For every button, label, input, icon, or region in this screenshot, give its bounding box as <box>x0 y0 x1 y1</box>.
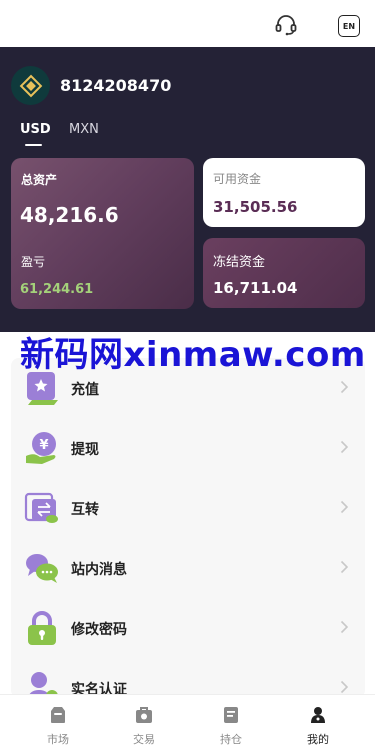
frozen-value: 16,711.04 <box>213 279 298 297</box>
available-funds-card: 可用资金 31,505.56 <box>203 158 365 227</box>
bottom-nav: 市场 交易 持仓 我的 <box>0 694 375 751</box>
menu-item-withdraw[interactable]: ¥ 提现 <box>11 418 365 478</box>
lock-icon <box>28 611 56 645</box>
chevron-right-icon <box>340 440 349 454</box>
chevron-right-icon <box>340 680 349 694</box>
svg-text:¥: ¥ <box>39 438 48 453</box>
language-button[interactable]: EN <box>338 15 360 37</box>
menu-label-change-password: 修改密码 <box>71 622 127 638</box>
market-icon <box>51 707 65 723</box>
chevron-right-icon <box>340 560 349 574</box>
trade-icon <box>136 707 152 723</box>
chevron-right-icon <box>340 620 349 634</box>
menu-label-deposit: 充值 <box>71 382 99 398</box>
menu-item-transfer[interactable]: 互转 <box>11 478 365 538</box>
menu-label-withdraw: 提现 <box>71 442 99 458</box>
tab-underline <box>25 144 42 146</box>
account-hero: 8124208470 USD MXN 总资产 48,216.6 盈亏 61,24… <box>0 47 375 332</box>
headset-icon[interactable] <box>274 13 298 37</box>
chevron-right-icon <box>340 380 349 394</box>
nav-label-market: 市场 <box>47 733 69 746</box>
total-assets-label: 总资产 <box>21 173 58 187</box>
nav-label-positions: 持仓 <box>220 733 242 746</box>
tab-usd[interactable]: USD <box>20 122 51 137</box>
menu-label-messages: 站内消息 <box>71 562 127 578</box>
nav-trade[interactable]: 交易 <box>114 695 174 751</box>
menu-item-change-password[interactable]: 修改密码 <box>11 598 365 658</box>
nav-market[interactable]: 市场 <box>28 695 88 751</box>
nav-positions[interactable]: 持仓 <box>201 695 261 751</box>
watermark-text: 新码网xinmaw.com <box>20 335 366 375</box>
nav-label-profile: 我的 <box>307 733 329 746</box>
transfer-icon <box>24 492 58 523</box>
nav-label-trade: 交易 <box>133 733 155 746</box>
nav-profile[interactable]: 我的 <box>288 695 348 751</box>
frozen-label: 冻结资金 <box>213 255 266 270</box>
available-label: 可用资金 <box>213 172 262 186</box>
profile-icon <box>311 707 325 723</box>
position-icon <box>224 707 238 723</box>
account-id: 8124208470 <box>60 76 172 95</box>
menu-label-transfer: 互转 <box>71 502 99 518</box>
total-assets-value: 48,216.6 <box>20 203 119 227</box>
menu-item-messages[interactable]: 站内消息 <box>11 538 365 598</box>
diamond-logo-icon <box>11 66 50 105</box>
pnl-label: 盈亏 <box>21 255 46 269</box>
chevron-right-icon <box>340 500 349 514</box>
frozen-funds-card: 冻结资金 16,711.04 <box>203 238 365 308</box>
tab-mxn[interactable]: MXN <box>69 122 99 137</box>
menu-item-real-name-verify[interactable]: 实名认证 <box>11 658 365 698</box>
pnl-value: 61,244.61 <box>20 282 94 297</box>
withdraw-icon: ¥ <box>26 432 56 464</box>
top-bar: EN <box>0 0 375 47</box>
available-value: 31,505.56 <box>213 198 298 216</box>
message-icon <box>26 554 58 583</box>
total-assets-card: 总资产 48,216.6 盈亏 61,244.61 <box>11 158 194 309</box>
menu-list: 充值 ¥ 提现 互转 站内消息 修改密码 实名认证 <box>11 358 365 698</box>
